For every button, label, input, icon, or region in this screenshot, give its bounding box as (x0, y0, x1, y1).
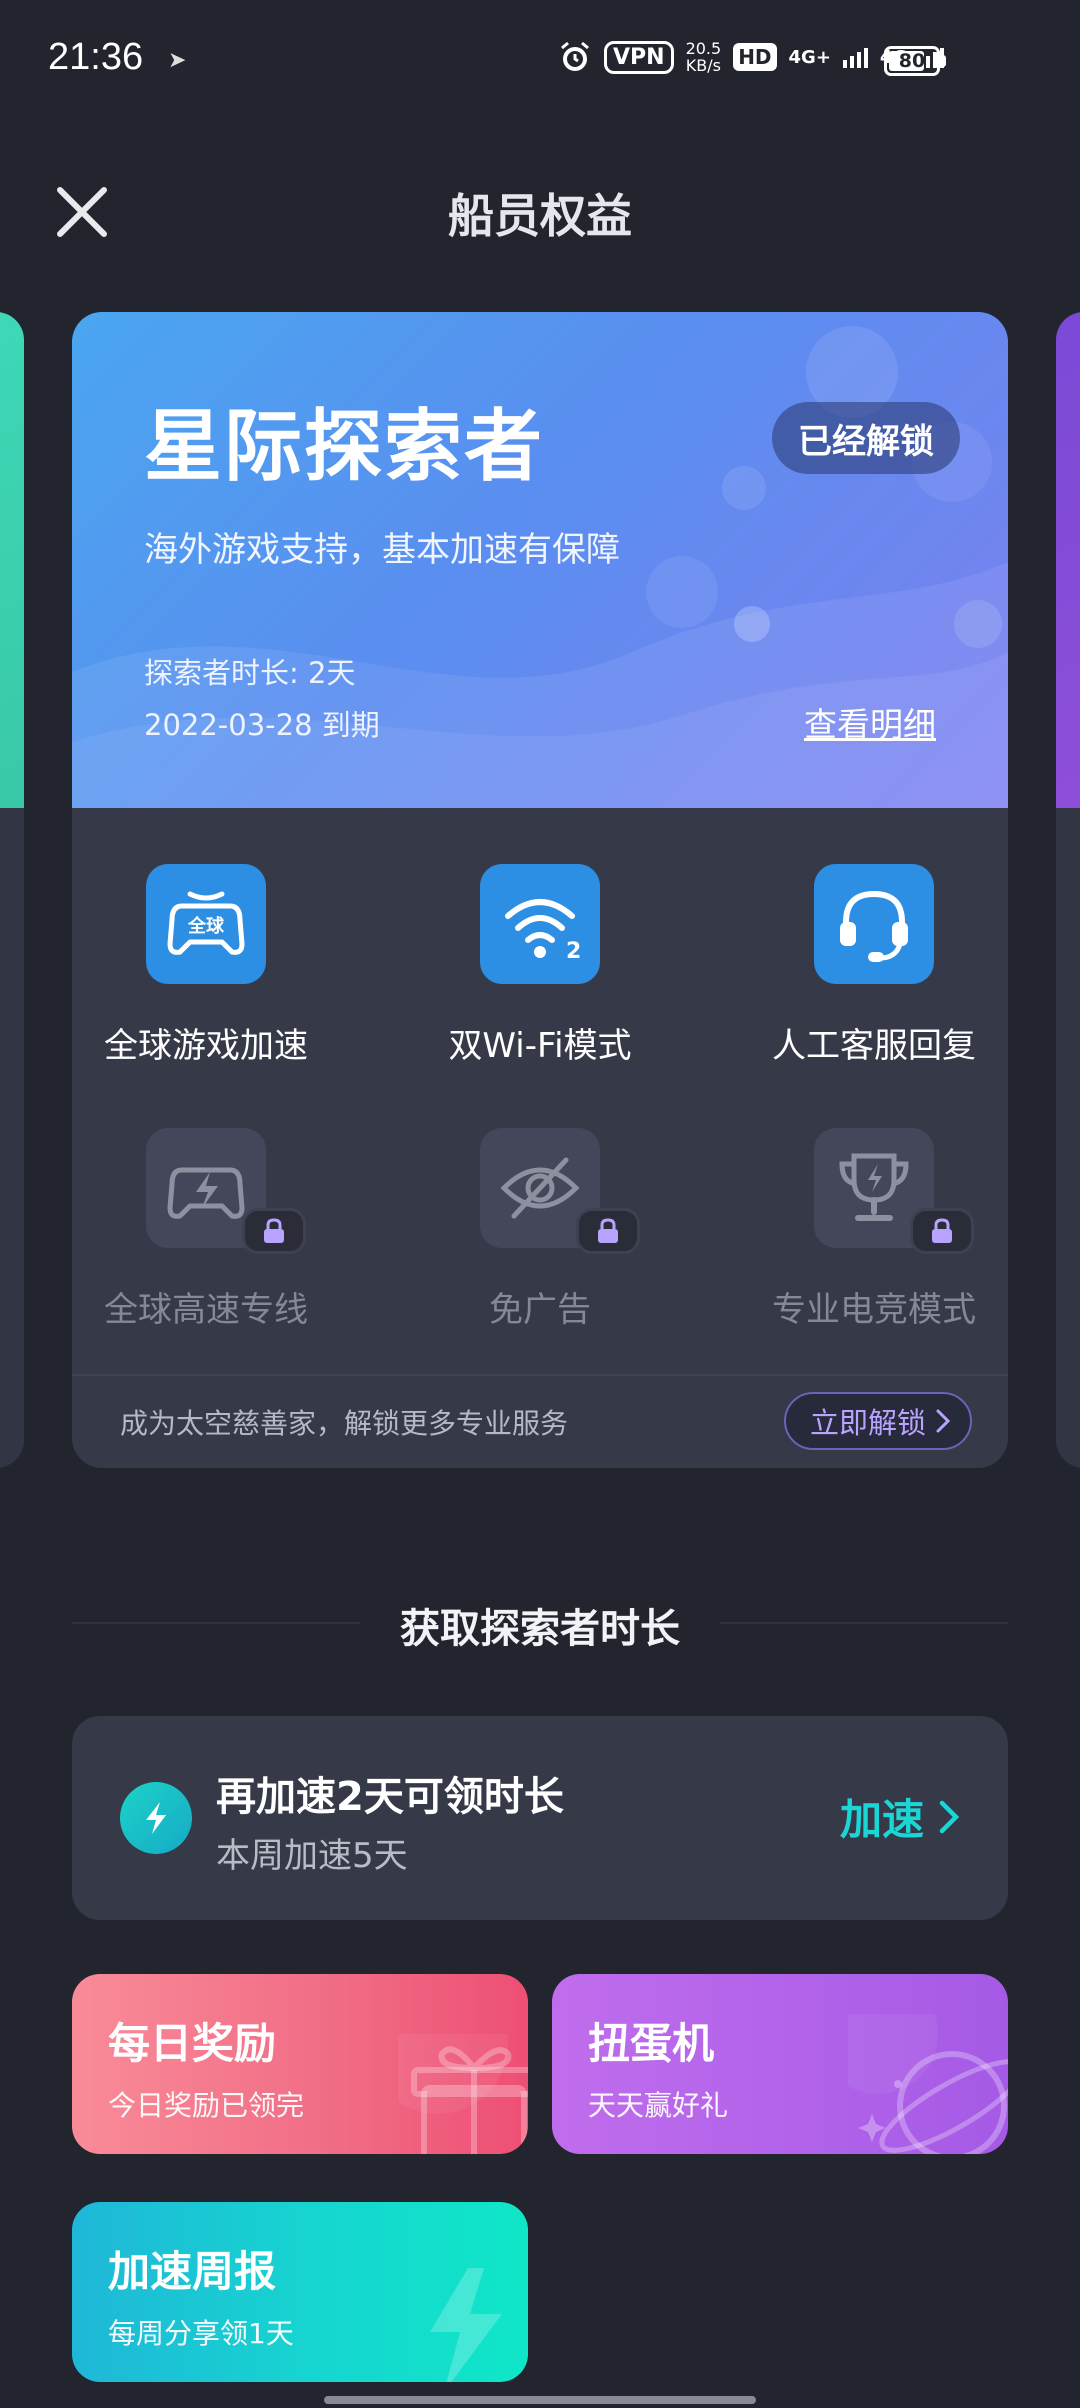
weekly-report-title: 加速周报 (108, 2247, 277, 2296)
signal-icon (842, 46, 868, 68)
accelerate-button[interactable]: 加速 (840, 1786, 960, 1847)
feature-label: 免广告 (489, 1290, 591, 1330)
prev-tier-card[interactable] (0, 312, 24, 1468)
tier-subtitle: 海外游戏支持，基本加速有保障 (144, 530, 620, 570)
network-speed: 20.5 KB/s (686, 40, 722, 74)
gift-icon (398, 2034, 528, 2154)
hd-badge: HD (733, 43, 777, 71)
accelerate-task-title: 再加速2天可领时长 (216, 1774, 564, 1820)
accelerate-button-label: 加速 (839, 1795, 924, 1844)
unlock-now-button[interactable]: 立即解锁 (783, 1392, 972, 1450)
alarm-icon (561, 41, 589, 71)
vpn-badge: VPN (604, 40, 674, 74)
lock-icon (910, 1208, 974, 1254)
chevron-right-icon (936, 1409, 951, 1433)
eye-off-icon (480, 1128, 640, 1254)
section-title: 获取探索者时长 (400, 1606, 680, 1652)
lightning-icon (120, 1782, 192, 1854)
unlocked-badge: 已经解锁 (772, 402, 960, 474)
accelerate-task-card[interactable]: 再加速2天可领时长 本周加速5天 加速 (72, 1716, 1008, 1920)
accelerate-task-subtitle: 本周加速5天 (216, 1836, 408, 1876)
view-details-link[interactable]: 查看明细 (804, 698, 936, 746)
weekly-report-subtitle: 每周分享领1天 (108, 2317, 294, 2350)
headset-icon (814, 864, 934, 984)
svg-text:2: 2 (566, 939, 581, 964)
planet-icon (848, 2014, 1008, 2154)
page-title: 船员权益 (448, 189, 632, 243)
status-time: 21:36 (48, 36, 144, 78)
tier-title: 星际探索者 (144, 402, 545, 492)
feature-global-game-accel[interactable]: 全球 全球游戏加速 (72, 864, 340, 1067)
membership-card: 星际探索者 已经解锁 海外游戏支持，基本加速有保障 探索者时长: 2天 2022… (72, 312, 1008, 1468)
network-label-1: 4G+ (788, 46, 831, 68)
tier-duration: 探索者时长: 2天 (144, 656, 356, 690)
home-indicator[interactable] (324, 2396, 756, 2404)
feature-label: 双Wi-Fi模式 (448, 1026, 632, 1066)
feature-label: 全球高速专线 (104, 1290, 308, 1330)
gacha-machine-subtitle: 天天赢好礼 (588, 2089, 729, 2122)
daily-reward-tile[interactable]: 每日奖励 今日奖励已领完 (72, 1974, 528, 2154)
feature-no-ads[interactable]: 免广告 (406, 1128, 674, 1331)
battery-tip (941, 55, 946, 67)
feature-label: 专业电竞模式 (772, 1290, 976, 1330)
chevron-right-icon (939, 1800, 960, 1833)
daily-reward-subtitle: 今日奖励已领完 (108, 2089, 305, 2122)
daily-reward-title: 每日奖励 (108, 2019, 277, 2068)
next-tier-card[interactable] (1056, 312, 1080, 1468)
weekly-report-tile[interactable]: 加速周报 每周分享领1天 (72, 2202, 528, 2382)
feature-label: 全球游戏加速 (104, 1026, 308, 1066)
lock-icon (576, 1208, 640, 1254)
gamepad-global-icon: 全球 (146, 864, 266, 984)
wifi-dual-icon: 2 (480, 864, 600, 984)
feature-human-support[interactable]: 人工客服回复 (740, 864, 1008, 1067)
feature-dual-wifi[interactable]: 2 双Wi-Fi模式 (406, 864, 674, 1067)
gacha-machine-tile[interactable]: 扭蛋机 天天赢好礼 (552, 1974, 1008, 2154)
tier-expiry: 2022-03-28 到期 (144, 708, 380, 742)
feature-global-highspeed-line[interactable]: 全球高速专线 (72, 1128, 340, 1331)
svg-text:全球: 全球 (187, 915, 225, 937)
battery-icon: 80 (884, 46, 940, 76)
feature-label: 人工客服回复 (772, 1026, 976, 1066)
lock-icon (242, 1208, 306, 1254)
speed-unit: KB/s (685, 56, 721, 75)
card-hero: 星际探索者 已经解锁 海外游戏支持，基本加速有保障 探索者时长: 2天 2022… (72, 312, 1008, 808)
gamepad-lightning-icon (146, 1128, 306, 1254)
card-divider (72, 1374, 1008, 1376)
upgrade-hint: 成为太空慈善家，解锁更多专业服务 (120, 1407, 569, 1440)
battery-level: 80 (898, 50, 926, 72)
location-icon: ➤ (168, 48, 187, 73)
feature-esports-mode[interactable]: 专业电竞模式 (740, 1128, 1008, 1331)
trophy-icon (814, 1128, 974, 1254)
gacha-machine-title: 扭蛋机 (588, 2019, 715, 2068)
unlock-now-label: 立即解锁 (809, 1406, 926, 1440)
lightning-icon (430, 2268, 502, 2382)
